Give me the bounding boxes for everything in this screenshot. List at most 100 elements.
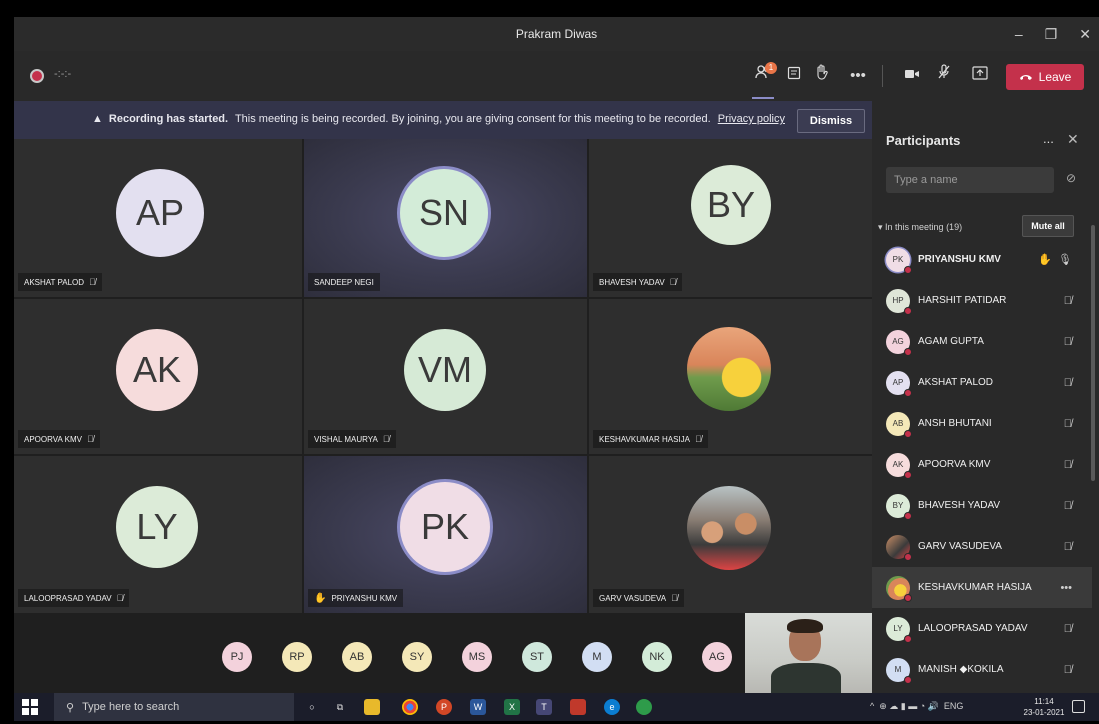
participant-name: SANDEEP NEGI [314, 277, 374, 287]
video-tile[interactable]: AK APOORVA KMV 🎙̸ [14, 299, 302, 454]
excel-icon[interactable]: X [504, 699, 520, 715]
participant-row[interactable]: M MANISH ◆KOKILA 🎙̸ [872, 649, 1092, 690]
overflow-avatar[interactable]: M [582, 642, 612, 672]
window-controls: – ❐ ✕ [1015, 17, 1091, 51]
participants-scrollbar[interactable] [1091, 225, 1095, 481]
overflow-avatar[interactable]: SY [402, 642, 432, 672]
video-grid: AP AKSHAT PALOD 🎙̸ SN SANDEEP NEGI BY BHA… [14, 139, 872, 613]
participant-row[interactable]: AG AGAM GUPTA 🎙̸ [872, 321, 1092, 362]
participant-row[interactable]: LY LALOOPRASAD YADAV 🎙̸ [872, 608, 1092, 649]
task-view-icon[interactable]: ⧉ [332, 699, 348, 715]
meeting-toolbar: -:-:- 1 ••• Leave [14, 51, 1099, 101]
video-tile[interactable]: KESHAVKUMAR HASIJA 🎙̸ [589, 299, 872, 454]
video-tile[interactable]: SN SANDEEP NEGI [304, 139, 587, 297]
participant-avatar: BY [886, 493, 912, 520]
chrome-icon[interactable] [402, 699, 418, 715]
overflow-avatar[interactable]: MS [462, 642, 492, 672]
word-icon[interactable]: W [470, 699, 486, 715]
taskbar-search-placeholder: Type here to search [82, 701, 180, 713]
participant-name: AKSHAT PALOD [24, 277, 85, 287]
powerpoint-icon[interactable]: P [436, 699, 452, 715]
participant-list: PK PRIYANSHU KMV ✋ 🎙 HP HARSHIT PATIDAR 🎙… [872, 239, 1092, 690]
dismiss-button[interactable]: Dismiss [797, 109, 865, 133]
leave-button[interactable]: Leave [1006, 64, 1084, 90]
raise-hand-icon[interactable] [810, 64, 834, 88]
overflow-avatar[interactable]: NK [642, 642, 672, 672]
video-tile[interactable]: LY LALOOPRASAD YADAV 🎙̸ [14, 456, 302, 613]
leave-label: Leave [1038, 70, 1072, 84]
mute-all-button[interactable]: Mute all [1022, 215, 1074, 237]
avatar: AK [116, 329, 198, 411]
participant-name: PRIYANSHU KMV [918, 254, 1001, 265]
in-meeting-section-header[interactable]: ▾ In this meeting (19) [878, 222, 962, 233]
camera-icon[interactable] [900, 64, 924, 88]
participant-row-selected[interactable]: KESHAVKUMAR HASIJA ••• [872, 567, 1092, 608]
privacy-policy-link[interactable]: Privacy policy [718, 113, 785, 125]
minimize-button[interactable]: – [1015, 26, 1023, 42]
more-icon[interactable]: ••• [846, 64, 870, 88]
clock-date: 23-01-2021 [1023, 708, 1065, 717]
avatar: VM [404, 329, 486, 411]
participant-photo [886, 575, 912, 602]
file-explorer-icon[interactable] [364, 699, 380, 715]
participant-row[interactable]: AP AKSHAT PALOD 🎙̸ [872, 362, 1092, 403]
participant-search-input[interactable] [886, 167, 1054, 193]
avatar: BY [691, 165, 771, 245]
chat-icon[interactable] [782, 64, 806, 88]
toolbar-divider [882, 65, 883, 87]
windows-taskbar: ⚲ Type here to search ○ ⧉ P W X T e ^ ⊕ … [14, 693, 1099, 721]
profile-photo [687, 327, 771, 411]
panel-more-button[interactable]: ... [1043, 131, 1054, 146]
overflow-avatar[interactable]: ST [522, 642, 552, 672]
participant-name: AGAM GUPTA [918, 336, 984, 347]
participant-name: HARSHIT PATIDAR [918, 295, 1007, 306]
notifications-icon[interactable] [1072, 700, 1085, 713]
video-tile[interactable]: PK ✋ PRIYANSHU KMV [304, 456, 587, 613]
windows-start-icon[interactable] [22, 699, 38, 715]
participant-row[interactable]: AK APOORVA KMV 🎙̸ [872, 444, 1092, 485]
whatsapp-icon[interactable] [636, 699, 652, 715]
taskbar-search[interactable]: ⚲ Type here to search [54, 693, 294, 721]
overflow-avatar[interactable]: AG [702, 642, 732, 672]
restore-button[interactable]: ❐ [1045, 26, 1058, 43]
video-tile[interactable]: AP AKSHAT PALOD 🎙̸ [14, 139, 302, 297]
participant-nametag: LALOOPRASAD YADAV 🎙̸ [18, 589, 130, 607]
video-tile[interactable]: GARV VASUDEVA 🎙̸ [589, 456, 872, 613]
participant-more-button[interactable]: ••• [1060, 582, 1072, 594]
share-invite-icon[interactable]: ⊘ [1066, 171, 1076, 185]
mic-off-icon: 🎙̸ [1063, 376, 1072, 389]
participant-nametag: SANDEEP NEGI [308, 273, 380, 291]
taskbar-clock[interactable]: 11:14 23-01-2021 [1022, 696, 1066, 718]
raised-hand-icon: ✋ [314, 592, 327, 604]
overflow-avatar[interactable]: RP [282, 642, 312, 672]
edge-icon[interactable]: e [604, 699, 620, 715]
cortana-icon[interactable]: ○ [304, 699, 320, 715]
participant-row[interactable]: BY BHAVESH YADAV 🎙̸ [872, 485, 1092, 526]
overflow-avatar[interactable]: AB [342, 642, 372, 672]
participant-avatar: LY [886, 616, 912, 643]
participant-nametag: GARV VASUDEVA 🎙̸ [593, 589, 684, 607]
overflow-avatar[interactable]: PJ [222, 642, 252, 672]
active-tab-indicator [752, 97, 774, 99]
video-tile[interactable]: BY BHAVESH YADAV 🎙̸ [589, 139, 872, 297]
video-tile[interactable]: VM VISHAL MAURYA 🎙̸ [304, 299, 587, 454]
app-icon[interactable] [570, 699, 586, 715]
participant-status: ✋ 🎙 [1038, 253, 1072, 266]
participant-row[interactable]: AB ANSH BHUTANI 🎙̸ [872, 403, 1092, 444]
share-screen-icon[interactable] [968, 64, 992, 88]
panel-close-button[interactable]: ✕ [1067, 131, 1079, 148]
participant-avatar: PK [886, 247, 912, 274]
mic-off-icon: 🎙̸ [1063, 622, 1072, 635]
participant-name: VISHAL MAURYA [314, 434, 378, 444]
close-button[interactable]: ✕ [1079, 26, 1091, 43]
participant-row[interactable]: PK PRIYANSHU KMV ✋ 🎙 [872, 239, 1092, 280]
participant-nametag: VISHAL MAURYA 🎙̸ [308, 430, 396, 448]
teams-icon[interactable]: T [536, 699, 552, 715]
mic-off-icon[interactable] [932, 64, 956, 88]
self-video-preview[interactable] [745, 613, 872, 693]
system-tray[interactable]: ^ ⊕ ☁ ▮ ▬ ◔ 🔊 ENG [870, 701, 963, 712]
participant-row[interactable]: HP HARSHIT PATIDAR 🎙̸ [872, 280, 1092, 321]
participant-name: APOORVA KMV [24, 434, 82, 444]
participant-row[interactable]: GARV VASUDEVA 🎙̸ [872, 526, 1092, 567]
participant-avatar: AB [886, 411, 912, 438]
